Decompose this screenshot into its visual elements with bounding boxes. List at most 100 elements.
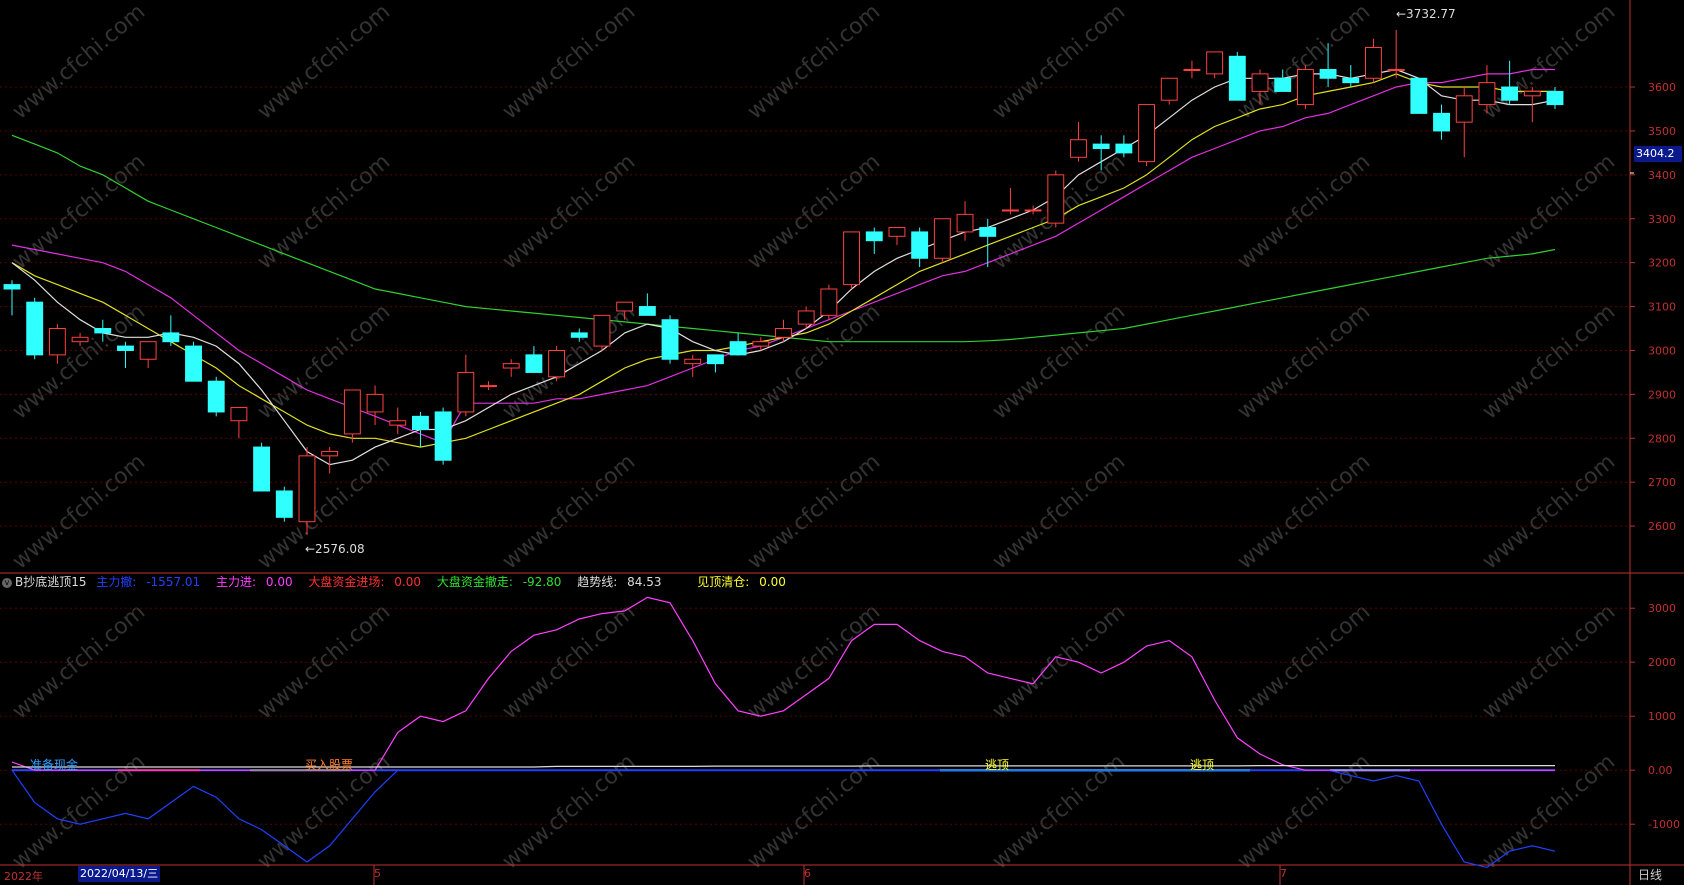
candle-body (502, 363, 520, 369)
candle-body (139, 341, 157, 360)
watermark-text: www.cfchi.com (498, 749, 640, 874)
candle-body (253, 446, 271, 492)
watermark-text: www.cfchi.com (8, 449, 150, 574)
watermark-text: www.cfchi.com (8, 0, 150, 125)
candle-body (843, 231, 861, 286)
candle-body (1455, 95, 1473, 123)
y-tick-label: 3400 (1648, 169, 1676, 182)
candle-body (865, 231, 883, 242)
watermark-text: www.cfchi.com (253, 599, 395, 724)
candle-body (661, 319, 679, 360)
candle-body (1047, 174, 1065, 224)
watermark-text: www.cfchi.com (8, 149, 150, 274)
candle-body (979, 227, 997, 237)
candle-body (1342, 77, 1360, 84)
candle-body (956, 213, 974, 233)
candle-body (525, 354, 543, 373)
indicator-name[interactable]: B抄底逃顶15 (15, 575, 87, 589)
candle-body (162, 332, 180, 343)
watermark-text: www.cfchi.com (1478, 599, 1620, 724)
candle-body (366, 393, 384, 413)
y-axis-labels: 2600 2700 2800 2900 3000 3100 3200 3300 3400 3500… (1630, 81, 1680, 831)
candle-body (185, 345, 202, 382)
candle-body (1546, 90, 1564, 106)
watermark-text: www.cfchi.com (1478, 449, 1620, 574)
y-tick-label: 3300 (1648, 213, 1676, 226)
watermark-text: www.cfchi.com (743, 149, 885, 274)
moving-average-lines (11, 68, 1556, 466)
period-selector[interactable]: 日线 (1638, 866, 1662, 883)
candle-body (1092, 143, 1110, 149)
y-tick-label: 3500 (1648, 125, 1676, 138)
y-tick-label: 0.00 (1648, 764, 1673, 777)
candle-body (548, 349, 566, 378)
candle-body (752, 341, 770, 347)
ma-white-line (11, 68, 1556, 466)
watermark-text: www.cfchi.com (988, 299, 1130, 424)
watermark-text: www.cfchi.com (8, 599, 150, 724)
y-tick-label: 2600 (1648, 520, 1676, 533)
watermark-text: www.cfchi.com (743, 0, 885, 125)
watermark-text: www.cfchi.com (743, 599, 885, 724)
watermark-text: www.cfchi.com (743, 749, 885, 874)
candle-body (207, 380, 225, 413)
candle-body (457, 371, 475, 413)
candle-body (1296, 68, 1314, 106)
y-tick-label: 2800 (1648, 432, 1676, 445)
watermark-text: www.cfchi.com (988, 0, 1130, 125)
legend-item-trend: 趋势线: 84.53 (577, 575, 662, 589)
current-price-tag: 3404.2 (1634, 146, 1682, 162)
candle-body (570, 332, 588, 338)
candle-body (1115, 143, 1133, 154)
candle-body (933, 218, 951, 259)
y-tick-label: 2700 (1648, 476, 1676, 489)
watermark-text: www.cfchi.com (988, 599, 1130, 724)
candle-body (1365, 47, 1382, 79)
candle-body (684, 358, 702, 365)
candle-body (71, 336, 89, 343)
candle-body (3, 284, 21, 290)
candle-body (26, 301, 44, 356)
candle-body (298, 455, 316, 523)
watermark-text: www.cfchi.com (253, 149, 395, 274)
month-label-7: 7 (1280, 867, 1287, 880)
stock-chart[interactable]: www.cfchi.com www.cfchi.com www.cfchi.com w… (0, 0, 1684, 885)
candle-body (1274, 77, 1292, 92)
candle-body (797, 310, 815, 325)
watermark-text: www.cfchi.com (498, 449, 640, 574)
candle-body (820, 288, 838, 316)
watermark-text: www.cfchi.com (1233, 0, 1375, 125)
year-label: 2022年 (4, 870, 43, 883)
candle-body (1478, 82, 1496, 106)
legend-item-main-out: 主力撤: -1557.01 (96, 575, 201, 589)
candle-body (1319, 68, 1337, 79)
watermark-text: www.cfchi.com (1478, 749, 1620, 874)
watermark-text: www.cfchi.com (498, 149, 640, 274)
chart-grid (0, 0, 1684, 885)
low-price-mark: ←2576.08 (305, 542, 365, 556)
y-tick-label: 3000 (1648, 602, 1676, 615)
candle-body (888, 227, 906, 237)
candle-body (729, 341, 747, 356)
candle-body (1523, 90, 1541, 97)
watermark-text: www.cfchi.com (253, 0, 395, 125)
candle-body (321, 450, 339, 457)
watermark-text: www.cfchi.com (1478, 299, 1620, 424)
candle-body (275, 490, 293, 518)
indicator-toggle-icon[interactable]: v (2, 577, 12, 588)
candle-body (389, 420, 407, 426)
y-tick-label: 3000 (1648, 344, 1676, 357)
candle-body (230, 407, 248, 422)
watermark-text: www.cfchi.com (1233, 749, 1375, 874)
watermark-text: www.cfchi.com (1233, 149, 1375, 274)
candle-body (48, 328, 66, 356)
candle-body (1387, 68, 1405, 71)
candle-body (1160, 77, 1178, 101)
watermark-text: www.cfchi.com (743, 449, 885, 574)
candle-body (94, 328, 112, 334)
candlestick-series[interactable] (3, 29, 1564, 535)
candle-body (480, 385, 497, 388)
candle-body (1501, 86, 1519, 101)
candle-body (1206, 51, 1224, 75)
high-price-mark: ←3732.77 (1396, 7, 1456, 21)
